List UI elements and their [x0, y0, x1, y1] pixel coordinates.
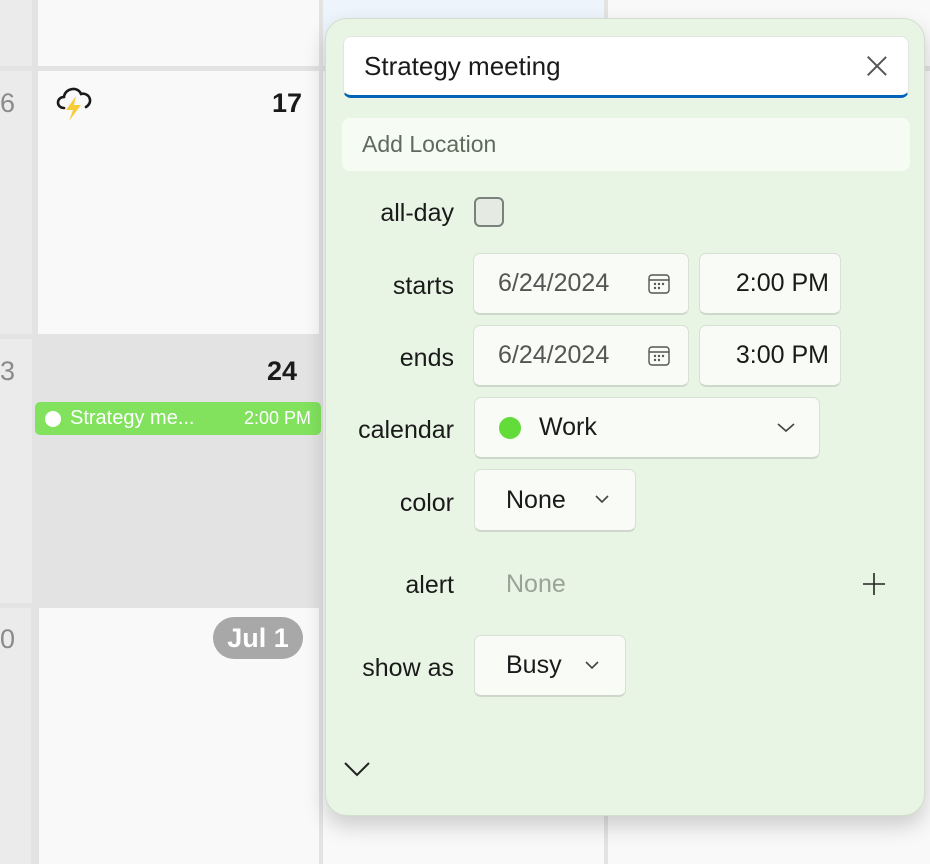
- clear-title-icon[interactable]: [866, 55, 888, 77]
- chevron-down-icon: [777, 422, 795, 432]
- thunderstorm-icon: [56, 87, 92, 121]
- week-number: 6: [0, 88, 16, 118]
- all-day-checkbox[interactable]: [474, 197, 504, 227]
- location-placeholder: Add Location: [362, 131, 497, 157]
- week-number-column: [0, 0, 32, 66]
- calendar-icon[interactable]: [648, 273, 670, 294]
- event-editor-popup: Strategy meeting Add Location all-day st…: [325, 18, 925, 816]
- day-number: 17: [272, 88, 303, 118]
- color-value: None: [506, 485, 566, 514]
- week-number: 0: [0, 624, 16, 654]
- start-time-picker[interactable]: 2:00 PM: [699, 253, 841, 315]
- event-title: Strategy me...: [70, 407, 195, 429]
- end-time-value: 3:00 PM: [735, 341, 829, 369]
- event-title-input[interactable]: Strategy meeting: [343, 36, 909, 98]
- end-date-picker[interactable]: 6/24/2024: [473, 325, 689, 387]
- chevron-down-icon: [595, 495, 609, 504]
- add-alert-icon[interactable]: [862, 572, 886, 596]
- start-time-value: 2:00 PM: [735, 269, 829, 297]
- week-number: 3: [0, 356, 16, 386]
- location-input[interactable]: Add Location: [342, 118, 910, 171]
- alert-label: alert: [405, 571, 454, 599]
- show-as-value: Busy: [506, 651, 562, 679]
- calendar-label: calendar: [358, 416, 454, 444]
- day-cell[interactable]: [38, 0, 319, 66]
- color-dropdown[interactable]: None: [474, 469, 636, 532]
- start-date-picker[interactable]: 6/24/2024: [473, 253, 689, 315]
- calendar-value: Work: [539, 413, 597, 441]
- show-as-label: show as: [362, 654, 454, 682]
- event-title-value: Strategy meeting: [364, 50, 561, 81]
- show-as-dropdown[interactable]: Busy: [474, 635, 626, 697]
- event-pill[interactable]: Strategy me... 2:00 PM: [35, 402, 321, 435]
- event-time: 2:00 PM: [243, 408, 311, 428]
- month-start-badge: Jul 1: [213, 617, 303, 659]
- alert-value: None: [506, 570, 566, 598]
- color-label: color: [399, 489, 454, 517]
- end-time-picker[interactable]: 3:00 PM: [699, 325, 841, 387]
- expand-more-chevron-icon[interactable]: [344, 761, 370, 777]
- end-date-value: 6/24/2024: [498, 341, 610, 369]
- calendar-color-dot-icon: [499, 416, 521, 439]
- ends-label: ends: [399, 344, 454, 372]
- calendar-icon[interactable]: [648, 345, 670, 366]
- all-day-label: all-day: [380, 199, 454, 227]
- starts-label: starts: [392, 272, 454, 300]
- calendar-dropdown[interactable]: Work: [474, 397, 820, 459]
- start-date-value: 6/24/2024: [498, 269, 610, 297]
- event-dot-icon: [45, 410, 61, 427]
- day-number: 24: [267, 356, 298, 386]
- chevron-down-icon: [585, 660, 599, 669]
